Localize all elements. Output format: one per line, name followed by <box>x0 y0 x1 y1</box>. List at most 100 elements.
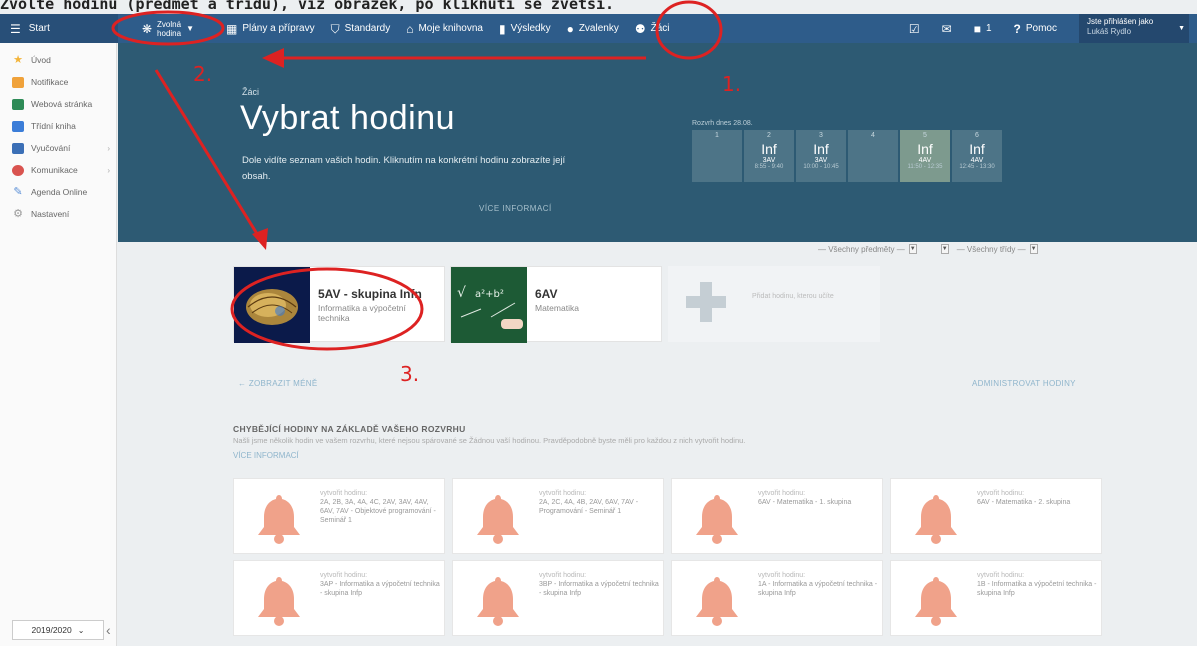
subject-filter[interactable]: — Všechny předměty — ▼ <box>818 244 917 254</box>
lesson-card-subject: Informatika a výpočetní technika <box>318 303 406 323</box>
class-filter[interactable]: ▼ — Všechny třídy — ▼ <box>940 244 1038 254</box>
slot-subject: Inf <box>969 141 985 157</box>
missing-lesson-text: vytvořit hodinu: 6AV - Matematika - 1. sk… <box>758 489 880 507</box>
slot-number: 3 <box>819 132 823 139</box>
calendar-icon: ▦ <box>226 21 238 36</box>
schedule-title: Rozvrh dnes 28.08. <box>692 120 753 127</box>
chat-icon[interactable]: ✉ <box>942 23 952 35</box>
slot-time: 8:55 - 9:40 <box>754 164 784 170</box>
sidebar-item-notifications[interactable]: Notifikace <box>0 71 116 93</box>
missing-lesson-name: 6AV - Matematika - 2. skupina <box>977 499 1071 506</box>
help-button[interactable]: ? Pomoc <box>1014 14 1057 43</box>
missing-lessons-title: CHYBĚJÍCÍ HODINY NA ZÁKLADĚ VAŠEHO ROZVR… <box>233 424 466 434</box>
nav-results-label: Výsledky <box>510 23 551 34</box>
top-navigation-bar: ☰ Start ❋ Zvolná hodina ▼ ▦ Plány a příp… <box>0 14 1197 43</box>
missing-lesson-text: vytvořit hodinu: 3AP - Informatika a výpo… <box>320 571 442 598</box>
bar-chart-icon: ▮ <box>498 21 506 36</box>
slot-class: 4AV <box>970 157 984 164</box>
nav-standards[interactable]: ⛉ Standardy <box>323 14 399 43</box>
slot-subject: Inf <box>761 141 777 157</box>
nav-results[interactable]: ▮ Výsledky <box>491 14 559 43</box>
start-button[interactable]: ☰ Start <box>0 14 118 43</box>
missing-lesson-text: vytvořit hodinu: 2A, 2C, 4A, 4B, 2AV, 6AV… <box>539 489 661 516</box>
missing-lesson-card[interactable]: vytvořit hodinu: 2A, 2C, 4A, 4B, 2AV, 6AV… <box>452 478 664 554</box>
schedule-slot[interactable]: 4 <box>848 130 898 182</box>
annotation-number-1: 1. <box>722 72 742 96</box>
schedule-slot[interactable]: 1 <box>692 130 742 182</box>
user-menu[interactable]: Jste přihlášen jako Lukáš Rydlo ▼ <box>1079 14 1189 43</box>
star-icon: ★ <box>13 53 23 66</box>
create-lesson-label: vytvořit hodinu: <box>758 490 806 497</box>
annotation-number-3: 3. <box>400 362 420 386</box>
messages-button[interactable]: ■ 1 <box>974 14 992 43</box>
show-less-link[interactable]: ← ZOBRAZIT MÉNĚ <box>238 379 317 388</box>
dropdown-icon: ▼ <box>940 244 949 254</box>
sidebar-item-teaching[interactable]: Vyučování › <box>0 137 116 159</box>
missing-lesson-card[interactable]: vytvořit hodinu: 6AV - Matematika - 2. sk… <box>890 478 1102 554</box>
missing-lesson-name: 3AP - Informatika a výpočetní technika -… <box>320 581 440 597</box>
annotation-number-2: 2. <box>193 62 213 86</box>
bell-icon <box>690 573 744 627</box>
chevron-down-icon: ⌄ <box>77 625 85 635</box>
caret-down-icon: ▼ <box>186 23 194 33</box>
lesson-selector[interactable]: ❋ Zvolná hodina ▼ <box>118 14 218 43</box>
missing-lesson-text: vytvořit hodinu: 6AV - Matematika - 2. sk… <box>977 489 1099 507</box>
nav-library[interactable]: ⌂ Moje knihovna <box>398 14 491 43</box>
calendar-check-icon[interactable]: ☑ <box>909 23 920 35</box>
mail-icon <box>12 76 24 88</box>
screen: Zvolte hodinu (předmět a třídu), viz obr… <box>0 0 1197 646</box>
brain-image <box>234 267 310 343</box>
lesson-card[interactable]: 5AV - skupina Infn Informatika a výpočet… <box>233 266 445 343</box>
bell-icon <box>471 491 525 545</box>
missing-lesson-card[interactable]: vytvořit hodinu: 6AV - Matematika - 1. sk… <box>671 478 883 554</box>
missing-lesson-name: 3BP - Informatika a výpočetní technika -… <box>539 581 659 597</box>
missing-more-info-link[interactable]: VÍCE INFORMACÍ <box>233 451 299 460</box>
user-name: Lukáš Rydlo <box>1087 27 1132 36</box>
sidebar-item-label: Vyučování <box>31 143 71 153</box>
missing-lesson-card[interactable]: vytvořit hodinu: 1B - Informatika a výpoč… <box>890 560 1102 636</box>
missing-lesson-card[interactable]: vytvořit hodinu: 1A - Informatika a výpoč… <box>671 560 883 636</box>
lesson-icon: ❋ <box>141 21 153 36</box>
missing-lessons-description: Našli jsme několik hodin ve vašem rozvrh… <box>233 436 746 445</box>
schedule-slot[interactable]: 6 Inf 4AV 12:45 - 13:30 <box>952 130 1002 182</box>
schedule-slot[interactable]: 2 Inf 3AV 8:55 - 9:40 <box>744 130 794 182</box>
chevron-right-icon: › <box>107 165 110 175</box>
missing-lesson-name: 1A - Informatika a výpočetní technika - … <box>758 581 878 597</box>
envelope-icon: ■ <box>973 21 981 36</box>
help-label: Pomoc <box>1025 23 1057 34</box>
briefcase-icon <box>12 142 24 154</box>
add-lesson-card[interactable]: Přidat hodinu, kterou učíte <box>668 266 880 342</box>
dropdown-icon: ▼ <box>1029 244 1038 254</box>
school-year-select[interactable]: 2019/2020 ⌄ <box>12 620 104 640</box>
create-lesson-label: vytvořit hodinu: <box>320 490 368 497</box>
dropdown-icon: ▼ <box>908 244 917 254</box>
missing-lesson-card[interactable]: vytvořit hodinu: 3AP - Informatika a výpo… <box>233 560 445 636</box>
slot-class: 4AV <box>918 157 932 164</box>
collapse-sidebar-icon[interactable]: ‹ <box>106 622 111 638</box>
breadcrumb: Žáci <box>242 87 260 97</box>
sidebar-item-agenda[interactable]: ✎ Agenda Online <box>0 181 116 203</box>
more-info-link[interactable]: VÍCE INFORMACÍ <box>479 204 552 213</box>
sidebar-item-website[interactable]: Webová stránka <box>0 93 116 115</box>
nav-students[interactable]: ⚉ Žáci <box>627 14 678 43</box>
schedule-slot[interactable]: 5 Inf 4AV 11:50 - 12:35 <box>900 130 950 182</box>
sidebar: ★ Úvod Notifikace Webová stránka Třídní … <box>0 43 117 646</box>
sidebar-item-classbook[interactable]: Třídní kniha <box>0 115 116 137</box>
sidebar-item-intro[interactable]: ★ Úvod <box>0 49 116 71</box>
sidebar-item-communication[interactable]: Komunikace › <box>0 159 116 181</box>
today-schedule: 1 2 Inf 3AV 8:55 - 9:40 3 Inf 3AV 10:00 - 10:45 4… <box>692 130 1002 182</box>
administer-lessons-link[interactable]: ADMINISTROVAT HODINY <box>972 379 1076 388</box>
schedule-slot[interactable]: 3 Inf 3AV 10:00 - 10:45 <box>796 130 846 182</box>
messages-count: 1 <box>985 23 992 34</box>
badge-icon: ● <box>566 21 574 36</box>
missing-lesson-card[interactable]: vytvořit hodinu: 2A, 2B, 3A, 4A, 4C, 2AV,… <box>233 478 445 554</box>
nav-library-label: Moje knihovna <box>418 23 483 34</box>
bell-icon <box>252 573 306 627</box>
lesson-card[interactable]: √ a²+b² 6AV Matematika <box>450 266 662 343</box>
hero-banner: Žáci Vybrat hodinu Dole vidíte seznam va… <box>118 43 1197 242</box>
sidebar-item-settings[interactable]: ⚙ Nastavení <box>0 203 116 225</box>
nav-plans[interactable]: ▦ Plány a přípravy <box>218 14 323 43</box>
nav-badges[interactable]: ● Zvalenky <box>559 14 627 43</box>
missing-lesson-card[interactable]: vytvořit hodinu: 3BP - Informatika a výpo… <box>452 560 664 636</box>
lesson-selector-line2: hodina <box>157 28 182 38</box>
